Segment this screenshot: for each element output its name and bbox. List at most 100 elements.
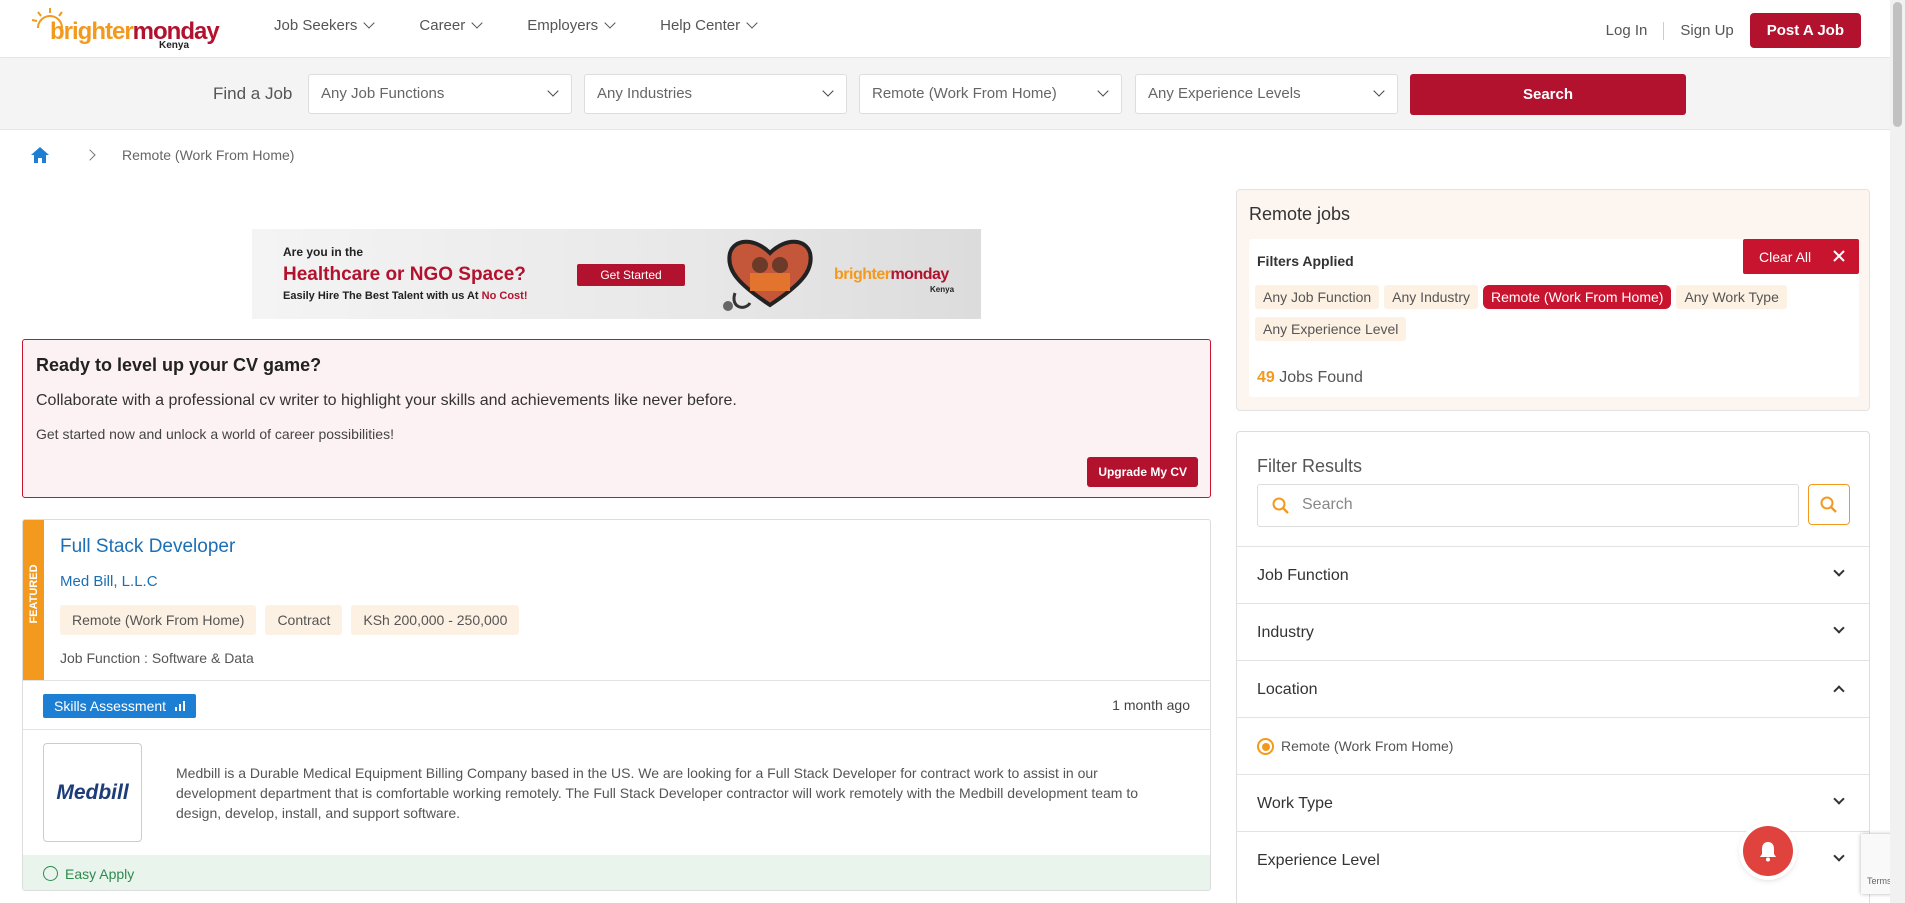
posted-time: 1 month ago — [1112, 697, 1190, 713]
bar-chart-icon — [175, 701, 186, 711]
promo-banner[interactable]: Are you in the Healthcare or NGO Space? … — [252, 229, 981, 319]
chevron-down-icon — [547, 85, 559, 97]
upgrade-cv-button[interactable]: Upgrade My CV — [1087, 457, 1198, 487]
panel-title: Remote jobs — [1249, 204, 1351, 224]
top-navbar: brightermonday Kenya Job Seekers Career … — [0, 0, 1905, 58]
banner-logo: brightermonday — [834, 266, 949, 283]
brightermonday-logo[interactable]: brightermonday Kenya — [30, 6, 220, 51]
location-option-remote[interactable]: Remote (Work From Home) — [1237, 717, 1869, 774]
cv-promo-box: Ready to level up your CV game? Collabor… — [22, 339, 1211, 498]
breadcrumb-current: Remote (Work From Home) — [122, 147, 295, 163]
cv-promo-text: Get started now and unlock a world of ca… — [36, 426, 394, 442]
notification-bell-button[interactable] — [1743, 826, 1793, 876]
chevron-down-icon — [822, 85, 834, 97]
accordion-work-type[interactable]: Work Type — [1237, 774, 1869, 831]
radio-selected-icon — [1257, 738, 1274, 755]
chevron-down-icon — [1833, 565, 1845, 577]
chip-experience-level[interactable]: Any Experience Level — [1255, 317, 1407, 341]
chip-industry[interactable]: Any Industry — [1384, 285, 1478, 309]
chevron-down-icon — [1833, 793, 1845, 805]
signup-link[interactable]: Sign Up — [1680, 22, 1733, 39]
job-card: FEATURED Full Stack Developer Med Bill, … — [22, 519, 1211, 891]
chevron-down-icon — [1833, 622, 1845, 634]
chip-location-active[interactable]: Remote (Work From Home) — [1483, 285, 1672, 309]
chevron-down-icon — [363, 17, 376, 29]
job-function-select[interactable]: Any Job Functions — [308, 74, 572, 114]
skills-assessment-badge[interactable]: Skills Assessment — [43, 694, 197, 718]
banner-line3: Easily Hire The Best Talent with us At N… — [283, 290, 528, 302]
heart-stethoscope-image — [723, 239, 813, 311]
search-icon — [1272, 497, 1289, 514]
nav-job-seekers[interactable]: Job Seekers — [274, 17, 376, 34]
job-tag-salary: KSh 200,000 - 250,000 — [351, 605, 520, 635]
chevron-right-icon — [84, 149, 96, 161]
job-tags: Remote (Work From Home) Contract KSh 200… — [60, 605, 520, 635]
location-select[interactable]: Remote (Work From Home) — [859, 74, 1122, 114]
filters-applied-label: Filters Applied — [1257, 253, 1354, 269]
jobs-found-count: 49 Jobs Found — [1257, 369, 1363, 386]
chevron-down-icon — [471, 17, 483, 29]
chevron-up-icon — [1833, 685, 1845, 697]
login-link[interactable]: Log In — [1606, 22, 1648, 39]
search-icon — [1820, 496, 1837, 513]
main-nav: Job Seekers Career Employers Help Center — [274, 17, 802, 34]
recaptcha-terms[interactable]: Terms — [1867, 876, 1892, 886]
user-circle-icon — [43, 866, 58, 881]
accordion-location[interactable]: Location — [1237, 660, 1869, 717]
company-logo[interactable]: Medbill — [43, 743, 142, 842]
easy-apply-label: Easy Apply — [65, 865, 135, 882]
chevron-down-icon — [1097, 85, 1109, 97]
accordion-industry[interactable]: Industry — [1237, 603, 1869, 660]
home-icon[interactable] — [30, 146, 50, 164]
job-tag-location: Remote (Work From Home) — [60, 605, 257, 635]
close-icon — [1833, 250, 1845, 262]
chip-work-type[interactable]: Any Work Type — [1676, 285, 1787, 309]
cv-promo-subtitle: Collaborate with a professional cv write… — [36, 392, 737, 409]
banner-logo-country: Kenya — [930, 285, 955, 294]
filter-search-button[interactable] — [1808, 484, 1850, 525]
logo-country: Kenya — [158, 40, 189, 51]
filter-results-title: Filter Results — [1257, 456, 1363, 476]
cv-promo-title: Ready to level up your CV game? — [36, 355, 322, 375]
company-link[interactable]: Med Bill, L.L.C — [60, 573, 158, 590]
job-description: Medbill is a Durable Medical Equipment B… — [176, 765, 1139, 821]
industry-select[interactable]: Any Industries — [584, 74, 847, 114]
breadcrumb: Remote (Work From Home) — [30, 146, 294, 164]
nav-help-center[interactable]: Help Center — [660, 17, 758, 34]
banner-line1: Are you in the — [283, 245, 364, 259]
chevron-down-icon — [1833, 850, 1845, 862]
nav-employers[interactable]: Employers — [527, 17, 616, 34]
search-button[interactable]: Search — [1410, 74, 1686, 115]
filter-chips: Any Job Function Any Industry Remote (Wo… — [1255, 285, 1855, 341]
chevron-down-icon — [746, 17, 758, 29]
location-option-label: Remote (Work From Home) — [1281, 738, 1454, 754]
banner-headline: Healthcare or NGO Space? — [283, 264, 526, 285]
easy-apply-bar[interactable]: Easy Apply — [23, 855, 1210, 890]
filter-search-input[interactable]: Search — [1257, 484, 1799, 527]
experience-select[interactable]: Any Experience Levels — [1135, 74, 1398, 114]
clear-all-button[interactable]: Clear All — [1743, 239, 1859, 274]
find-job-label: Find a Job — [213, 84, 293, 103]
job-tag-type: Contract — [265, 605, 343, 635]
banner-get-started-button[interactable]: Get Started — [577, 264, 685, 286]
job-title-link[interactable]: Full Stack Developer — [60, 536, 235, 558]
job-search-bar: Find a Job Any Job Functions Any Industr… — [0, 59, 1905, 130]
bell-icon — [1760, 842, 1776, 862]
scrollbar-thumb[interactable] — [1893, 2, 1902, 127]
chevron-down-icon — [1373, 85, 1385, 97]
divider — [23, 680, 1210, 681]
auth-links: Log In Sign Up Post A Job — [1606, 13, 1861, 48]
accordion-job-function[interactable]: Job Function — [1237, 546, 1869, 603]
chevron-down-icon — [604, 17, 616, 29]
filters-applied-inner: Filters Applied Clear All Any Job Functi… — [1249, 239, 1859, 397]
divider — [23, 729, 1210, 730]
chip-job-function[interactable]: Any Job Function — [1255, 285, 1380, 309]
logo-text-brighter: brighter — [50, 18, 134, 45]
divider — [1663, 21, 1665, 40]
post-job-button[interactable]: Post A Job — [1749, 13, 1861, 48]
nav-career[interactable]: Career — [419, 17, 483, 34]
featured-ribbon: FEATURED — [23, 520, 44, 680]
filters-applied-panel: Remote jobs Filters Applied Clear All An… — [1236, 189, 1870, 411]
job-function-text: Job Function : Software & Data — [60, 650, 254, 666]
page-scrollbar[interactable] — [1890, 0, 1905, 903]
